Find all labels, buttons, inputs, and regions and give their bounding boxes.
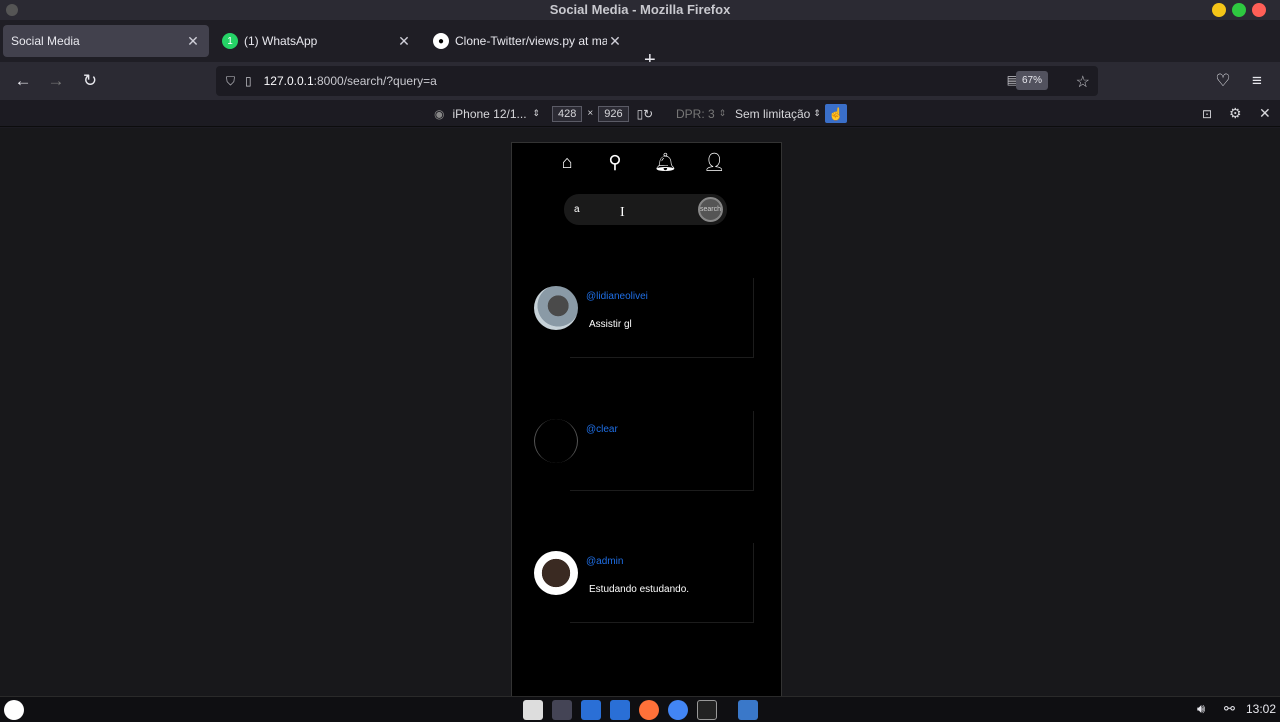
chevron-down-icon: ⇕: [813, 108, 821, 118]
tab-label: Social Media: [11, 34, 80, 48]
console-icon[interactable]: [697, 700, 717, 720]
device-viewport: ⌂ ⚲ 🔔︎ 👤︎ search I @lidianeolivei Assist…: [511, 142, 782, 698]
bookmark-star-icon[interactable]: ☆: [1076, 72, 1090, 92]
page-icon: ▯: [245, 74, 252, 88]
throttle-label: Sem limitação: [735, 106, 811, 121]
search-input[interactable]: [574, 200, 684, 218]
close-rdm-icon[interactable]: ✕: [1259, 104, 1271, 123]
clock[interactable]: 13:02: [1246, 702, 1276, 716]
files-app-icon[interactable]: [523, 700, 543, 720]
user-icon[interactable]: 👤︎: [703, 151, 726, 173]
network-icon[interactable]: ⚯: [1224, 701, 1235, 717]
dpr-selector[interactable]: DPR: 3 ⇕: [676, 104, 726, 123]
throttle-selector[interactable]: Sem limitação ⇕: [735, 104, 821, 123]
post-username[interactable]: @admin: [586, 556, 623, 567]
reload-icon[interactable]: ↻: [79, 70, 101, 92]
close-tab-icon[interactable]: ✕: [396, 33, 412, 50]
tab-bar: Social Media ✕ 1 (1) WhatsApp ✕ ● Clone-…: [0, 20, 1280, 71]
post-card: [570, 411, 754, 491]
screenshot-icon[interactable]: ⊡: [1202, 104, 1212, 123]
github-icon: ●: [433, 33, 449, 49]
tab-label: (1) WhatsApp: [244, 34, 318, 48]
volume-icon[interactable]: 🔊︎: [1197, 701, 1205, 717]
pocket-icon[interactable]: ♡: [1212, 70, 1234, 92]
menu-icon[interactable]: ≡: [1246, 70, 1268, 92]
dpr-label: DPR: 3: [676, 106, 715, 121]
folder-icon[interactable]: [738, 700, 758, 720]
maximize-button[interactable]: [1232, 3, 1246, 17]
responsive-design-toolbar: ◉ iPhone 12/1... ⇕ 428 × 926 ▯↻ DPR: 3 ⇕…: [0, 100, 1280, 127]
taskbar: 🔊︎ ⚯ 13:02: [0, 696, 1280, 722]
viewport-size: 428 × 926 ▯↻: [552, 104, 653, 123]
post-card: [570, 278, 754, 358]
window-title: Social Media - Mozilla Firefox: [549, 2, 731, 17]
tab-social-media[interactable]: Social Media ✕: [3, 25, 209, 57]
firefox-icon[interactable]: [639, 700, 659, 720]
close-button[interactable]: [1252, 3, 1266, 17]
url-path: :8000/search/?query=a: [313, 74, 437, 88]
post-card: [570, 543, 754, 623]
width-input[interactable]: 428: [552, 105, 583, 122]
post-username[interactable]: @clear: [586, 424, 618, 435]
window-controls: [1212, 3, 1266, 17]
list-item[interactable]: @admin Estudando estudando.: [532, 543, 754, 623]
post-text: Assistir gl: [589, 319, 632, 330]
tab-whatsapp[interactable]: 1 (1) WhatsApp ✕: [214, 25, 420, 57]
home-icon[interactable]: ⌂: [556, 151, 578, 173]
url-bar[interactable]: ⛉ ▯ 127.0.0.1:8000/search/?query=a ▤ 67%…: [216, 66, 1098, 96]
chevron-down-icon: ⇕: [532, 108, 541, 118]
chrome-icon[interactable]: [668, 700, 688, 720]
height-input[interactable]: 926: [598, 105, 629, 122]
search-button[interactable]: search: [698, 197, 723, 222]
forward-icon[interactable]: →: [45, 70, 67, 92]
minimize-button[interactable]: [1212, 3, 1226, 17]
close-tab-icon[interactable]: ✕: [607, 33, 623, 50]
list-item[interactable]: @clear: [532, 411, 754, 491]
bell-icon[interactable]: 🔔︎: [654, 151, 677, 173]
search-icon[interactable]: ⚲: [604, 151, 626, 173]
times-sign: ×: [587, 108, 594, 119]
list-item[interactable]: @lidianeolivei Assistir gl: [532, 278, 754, 358]
zoom-level[interactable]: 67%: [1015, 71, 1048, 90]
rotate-icon[interactable]: ▯↻: [637, 107, 654, 121]
navigation-bar: ← → ↻ ⛉ ▯ 127.0.0.1:8000/search/?query=a…: [0, 62, 1280, 100]
back-icon[interactable]: ←: [12, 70, 34, 92]
shield-icon[interactable]: ⛉: [226, 74, 235, 89]
close-tab-icon[interactable]: ✕: [185, 33, 201, 50]
document-app-icon[interactable]: [610, 700, 630, 720]
url-host: 127.0.0.1: [263, 74, 314, 88]
touch-simulation-icon[interactable]: ☝: [825, 104, 847, 123]
window-menu-icon[interactable]: [6, 4, 18, 16]
tab-github[interactable]: ● Clone-Twitter/views.py at maste ✕: [425, 25, 631, 57]
window-titlebar: Social Media - Mozilla Firefox: [0, 0, 1280, 20]
tab-label: Clone-Twitter/views.py at maste: [455, 34, 607, 48]
viewport-stage: ⌂ ⚲ 🔔︎ 👤︎ search I @lidianeolivei Assist…: [0, 128, 1280, 698]
avatar[interactable]: [534, 286, 578, 330]
start-menu-icon[interactable]: [4, 700, 24, 720]
editor-app-icon[interactable]: [581, 700, 601, 720]
search-form: search: [564, 194, 727, 225]
settings-gear-icon[interactable]: ⚙: [1229, 104, 1242, 123]
device-icon: ◉: [434, 106, 445, 121]
avatar[interactable]: [534, 419, 578, 463]
app-navbar: ⌂ ⚲ 🔔︎ 👤︎: [512, 151, 781, 175]
device-selector[interactable]: ◉ iPhone 12/1... ⇕: [434, 104, 540, 123]
post-text: Estudando estudando.: [589, 584, 690, 595]
terminal-app-icon[interactable]: [552, 700, 572, 720]
post-username[interactable]: @lidianeolivei: [586, 291, 648, 302]
chevron-down-icon: ⇕: [718, 108, 727, 118]
text-cursor-icon: I: [620, 205, 625, 220]
whatsapp-icon: 1: [222, 33, 238, 49]
avatar[interactable]: [534, 551, 578, 595]
device-name: iPhone 12/1...: [452, 106, 527, 121]
